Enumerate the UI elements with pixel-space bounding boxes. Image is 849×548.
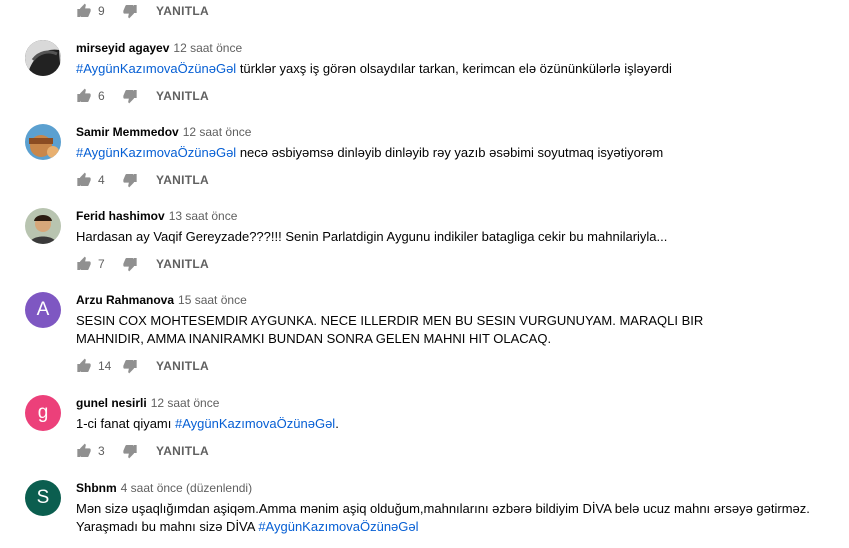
hashtag-link[interactable]: #AygünKazımovaÖzünəGəl [76, 145, 236, 160]
profile-photo [25, 40, 61, 76]
reply-button[interactable]: YANITLA [156, 257, 209, 271]
profile-photo [25, 124, 61, 160]
profile-photo [25, 208, 61, 244]
action-bar: 6 YANITLA [76, 86, 209, 106]
thumbs-down-icon[interactable] [122, 256, 138, 272]
avatar[interactable]: S [25, 480, 61, 516]
comment-body: Yaraşmadı bu mahnı sizə DİVA [76, 519, 259, 534]
thumbs-down-icon[interactable] [122, 358, 138, 374]
comment-time[interactable]: 12 saat önce [151, 396, 220, 410]
avatar-initial: S [36, 487, 50, 508]
thumbs-down-icon[interactable] [122, 172, 138, 188]
avatar[interactable] [25, 124, 61, 160]
thumbs-up-icon[interactable] [76, 443, 92, 459]
like-count: 4 [98, 173, 105, 187]
hashtag-link[interactable]: #AygünKazımovaÖzünəGəl [258, 519, 418, 534]
reply-button[interactable]: YANITLA [156, 173, 209, 187]
comment-author[interactable]: Shbnm [76, 481, 117, 495]
action-bar: 4 YANITLA [76, 170, 209, 190]
hashtag-link[interactable]: #AygünKazımovaÖzünəGəl [76, 61, 236, 76]
comment-text: Mən sizə uşaqlığımdan aşiqəm.Amma mənim … [76, 500, 836, 536]
comment-body-line: Yaraşmadı bu mahnı sizə DİVA #AygünKazım… [76, 518, 836, 536]
like-count: 14 [98, 359, 112, 373]
like-count: 9 [98, 4, 105, 18]
avatar-initial: g [37, 402, 49, 423]
hashtag-link[interactable]: #AygünKazımovaÖzünəGəl [175, 416, 335, 431]
comment-time[interactable]: 12 saat önce [173, 41, 242, 55]
avatar[interactable] [25, 208, 61, 244]
action-bar: 7 YANITLA [76, 254, 209, 274]
thumbs-up-icon[interactable] [76, 88, 92, 104]
thumbs-up-icon[interactable] [76, 358, 92, 374]
avatar[interactable]: g [25, 395, 61, 431]
comment-text: SESIN COX MOHTESEMDIR AYGUNKA. NECE ILLE… [76, 313, 704, 346]
thumbs-down-icon[interactable] [122, 88, 138, 104]
thumbs-up-icon[interactable] [76, 172, 92, 188]
comment-author[interactable]: gunel nesirli [76, 396, 147, 410]
comment-author[interactable]: Ferid hashimov [76, 209, 165, 223]
comment-text: #AygünKazımovaÖzünəGəl türklər yaxş iş g… [76, 60, 796, 78]
thumbs-up-icon[interactable] [76, 256, 92, 272]
avatar[interactable] [25, 40, 61, 76]
comment-body: 1-ci fanat qiyamı [76, 416, 175, 431]
comment-time[interactable]: 4 saat önce (düzenlendi) [121, 481, 252, 495]
like-count: 3 [98, 444, 105, 458]
comment-body: türklər yaxş iş görən olsaydılar tarkan,… [236, 61, 672, 76]
comment-text: #AygünKazımovaÖzünəGəl necə əsbiyəmsə di… [76, 144, 796, 162]
action-bar: 9 YANITLA [76, 1, 209, 21]
reply-button[interactable]: YANITLA [156, 359, 209, 373]
comment-author[interactable]: Arzu Rahmanova [76, 293, 174, 307]
comment-author[interactable]: Samir Memmedov [76, 125, 179, 139]
like-count: 6 [98, 89, 105, 103]
avatar[interactable]: A [25, 292, 61, 328]
comment-text: 1-ci fanat qiyamı #AygünKazımovaÖzünəGəl… [76, 415, 796, 433]
like-count: 7 [98, 257, 105, 271]
reply-button[interactable]: YANITLA [156, 444, 209, 458]
action-bar: 14 YANITLA [76, 356, 209, 376]
avatar-initial: A [36, 299, 50, 320]
comment-text: Hardasan ay Vaqif Gereyzade???!!! Senin … [76, 229, 668, 244]
thumbs-down-icon[interactable] [122, 3, 138, 19]
thumbs-up-icon[interactable] [76, 3, 92, 19]
comment-time[interactable]: 13 saat önce [169, 209, 238, 223]
reply-button[interactable]: YANITLA [156, 4, 209, 18]
comment-time[interactable]: 15 saat önce [178, 293, 247, 307]
comment-body: necə əsbiyəmsə dinləyib dinləyib rəy yaz… [236, 145, 664, 160]
comment-body-suffix: . [335, 416, 339, 431]
thumbs-down-icon[interactable] [122, 443, 138, 459]
comment-time[interactable]: 12 saat önce [183, 125, 252, 139]
comment-author[interactable]: mirseyid agayev [76, 41, 169, 55]
action-bar: 3 YANITLA [76, 441, 209, 461]
comment-body-line: Mən sizə uşaqlığımdan aşiqəm.Amma mənim … [76, 501, 810, 516]
reply-button[interactable]: YANITLA [156, 89, 209, 103]
